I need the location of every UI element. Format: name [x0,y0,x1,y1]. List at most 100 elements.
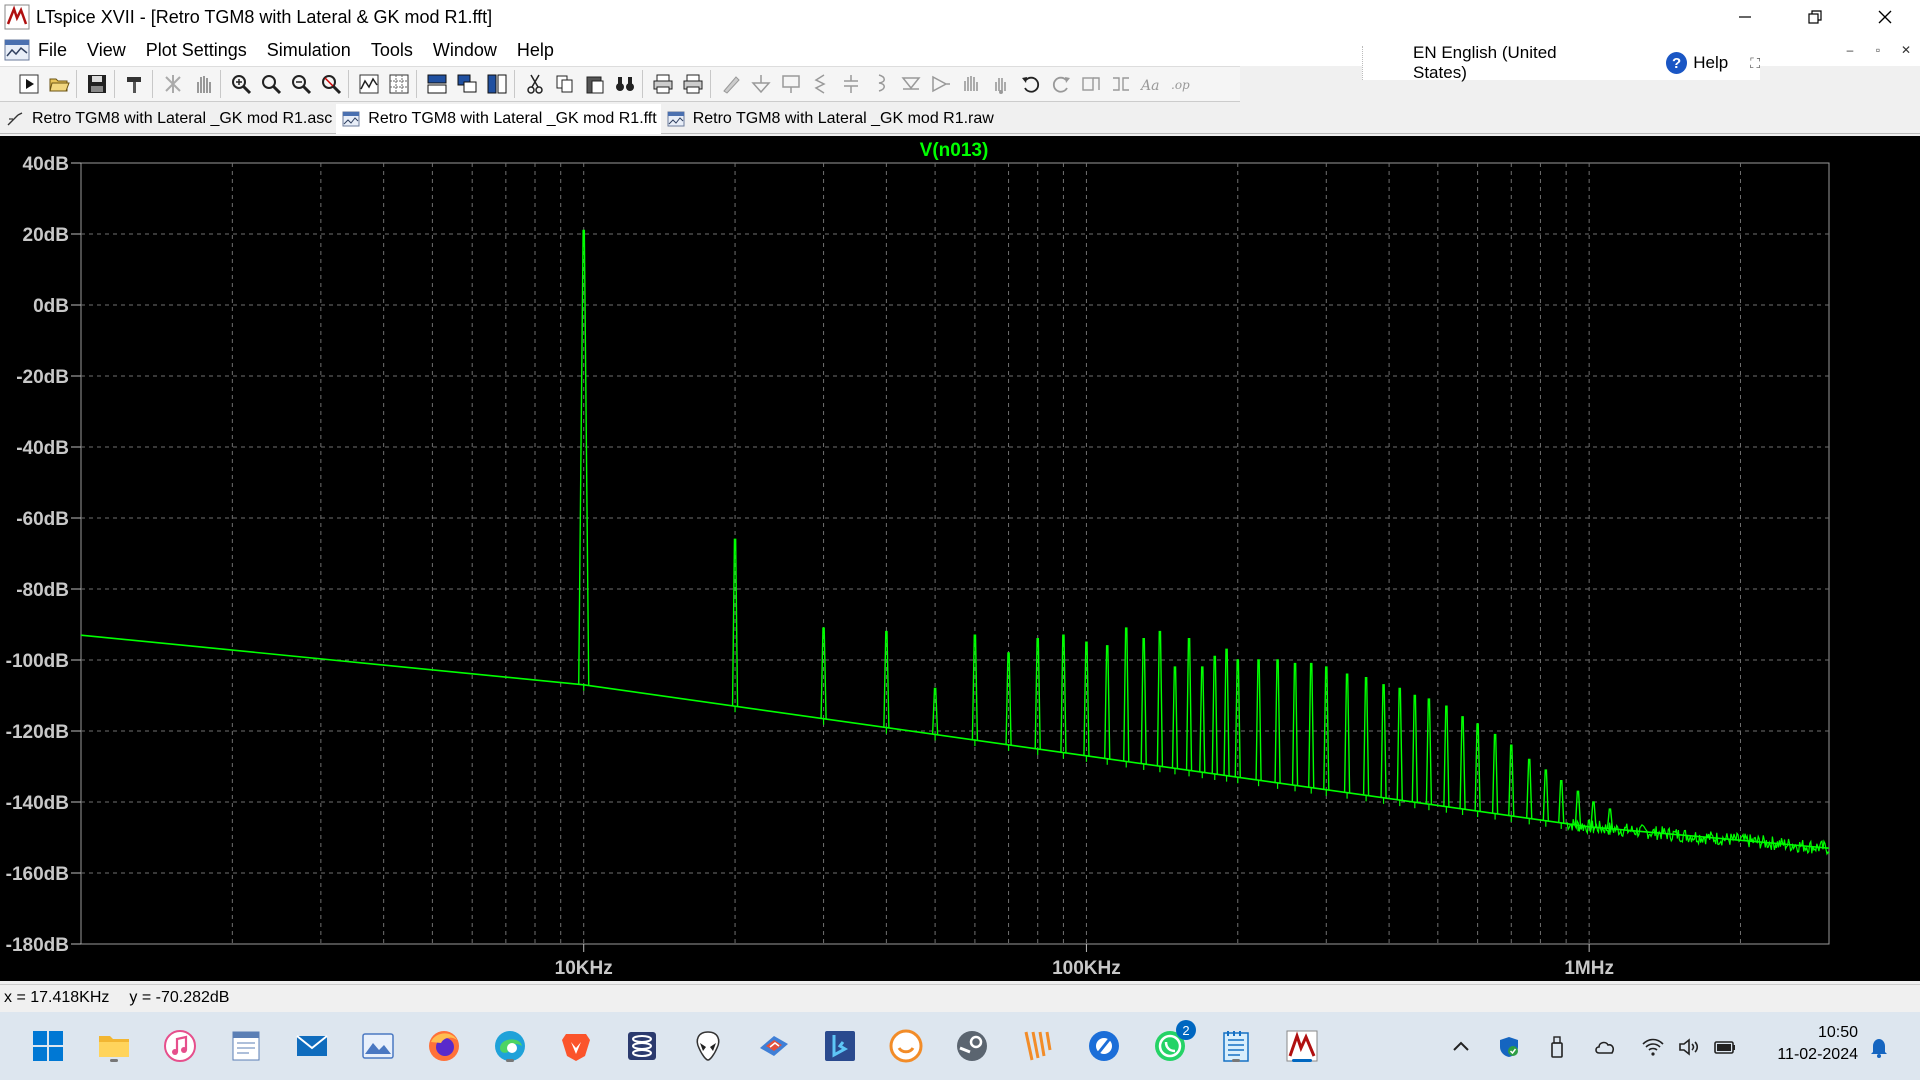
tab-schematic[interactable]: Retro TGM8 with Lateral _GK mod R1.asc [0,104,336,134]
capacitor-button[interactable] [836,69,866,99]
fft-plot[interactable]: 40dB 20dB 0dB -20dB -40dB -60dB -80dB -100dB -12… [0,136,1920,981]
help-icon[interactable]: ? [1666,52,1688,74]
tab-raw[interactable]: Retro TGM8 with Lateral _GK mod R1.raw [661,104,998,134]
copy-button[interactable] [550,69,580,99]
pan-button[interactable] [188,69,218,99]
tray-notifications[interactable] [1866,1034,1892,1060]
zoom-out-button[interactable] [286,69,316,99]
taskbar-steam[interactable] [952,1026,992,1066]
taskbar-document-app[interactable] [226,1026,266,1066]
find-button[interactable] [610,69,640,99]
menu-plot-settings[interactable]: Plot Settings [146,40,247,61]
menu-file[interactable]: File [38,40,67,61]
harmonic-peak [1223,648,1230,776]
taskbar-file-explorer[interactable] [94,1026,134,1066]
tab-label: Retro TGM8 with Lateral _GK mod R1.raw [692,109,994,127]
start-button[interactable] [28,1026,68,1066]
tray-wifi[interactable] [1640,1034,1666,1060]
mdi-child-waveform-icon[interactable] [4,38,30,62]
taskbar-mail[interactable] [292,1026,332,1066]
print-button[interactable] [648,69,678,99]
binoculars-icon [616,77,634,91]
taskbar-brave[interactable] [556,1026,596,1066]
taskbar-network-app[interactable] [754,1026,794,1066]
taskbar-edge[interactable] [490,1026,530,1066]
mirror-button[interactable] [1106,69,1136,99]
mdi-close-button[interactable]: ✕ [1892,38,1920,62]
menu-window[interactable]: Window [433,40,497,61]
language-selector[interactable]: EN English (United States) [1413,43,1608,83]
zoom-fit-button[interactable] [316,69,346,99]
tray-battery[interactable] [1712,1034,1738,1060]
menu-help[interactable]: Help [517,40,554,61]
save-button[interactable] [82,69,112,99]
mdi-minimize-button[interactable]: – [1836,38,1864,62]
taskbar-whatsapp[interactable]: 2 [1150,1020,1196,1066]
taskbar-ltspice[interactable] [1282,1026,1322,1066]
label-net-button[interactable] [776,69,806,99]
minimize-button[interactable] [1710,0,1780,34]
taskbar-itunes[interactable] [160,1026,200,1066]
zoom-box-button[interactable] [256,69,286,99]
restore-icon: ▫ [1875,43,1881,57]
grid-button[interactable] [384,69,414,99]
component-button[interactable] [926,69,956,99]
open-button[interactable] [44,69,74,99]
taskbar-bing-app[interactable] [820,1026,860,1066]
menu-view[interactable]: View [87,40,126,61]
resistor-button[interactable] [806,69,836,99]
inductor-button[interactable] [866,69,896,99]
taskbar-firefox[interactable] [424,1026,464,1066]
tab-fft[interactable]: Retro TGM8 with Lateral _GK mod R1.fft [336,103,661,134]
zoom-fit-icon [322,75,342,95]
tray-overflow-button[interactable] [1448,1034,1474,1060]
tile-horizontal-button[interactable] [422,69,452,99]
taskbar-browser-blue[interactable] [1084,1026,1124,1066]
undo-button[interactable] [1016,69,1046,99]
close-button[interactable] [1850,0,1920,34]
taskbar-photos[interactable] [358,1026,398,1066]
windows-logo-icon [33,1031,63,1061]
paste-button[interactable] [580,69,610,99]
menu-simulation[interactable]: Simulation [267,40,351,61]
tray-security[interactable] [1496,1034,1522,1060]
capacitor-icon [844,75,858,93]
spice-directive-button[interactable]: .op [1166,69,1196,99]
taskbar-winamp[interactable] [1018,1026,1058,1066]
ground-button[interactable] [746,69,776,99]
taskbar-notepad[interactable] [1216,1026,1256,1066]
taskbar-alien-app[interactable] [688,1026,728,1066]
menu-tools[interactable]: Tools [371,40,413,61]
restore-button[interactable] [1780,0,1850,34]
diode-button[interactable] [896,69,926,99]
close-icon [1878,10,1892,24]
zoom-in-button[interactable] [226,69,256,99]
harmonic-peak [578,229,590,685]
drag-button[interactable] [986,69,1016,99]
system-clock[interactable]: 10:50 11-02-2024 [1760,1022,1858,1066]
cut-button[interactable] [520,69,550,99]
expand-icon[interactable]: ⛶ [1750,55,1760,72]
taskbar-database-app[interactable] [622,1026,662,1066]
wifi-icon [1642,1038,1664,1056]
print-preview-button[interactable] [678,69,708,99]
rotate-button[interactable] [1076,69,1106,99]
tile-vertical-button[interactable] [482,69,512,99]
draw-wire-button[interactable] [716,69,746,99]
autorange-button[interactable] [354,69,384,99]
fft-plot-pane[interactable]: 40dB 20dB 0dB -20dB -40dB -60dB -80dB -100dB -12… [0,136,1920,981]
move-button[interactable] [956,69,986,99]
tray-onedrive[interactable] [1592,1034,1618,1060]
tray-usb[interactable] [1544,1034,1570,1060]
clock-time: 10:50 [1817,1024,1858,1041]
tray-volume[interactable] [1676,1034,1702,1060]
mdi-restore-button[interactable]: ▫ [1864,38,1892,62]
halt-button[interactable] [158,69,188,99]
cascade-button[interactable] [452,69,482,99]
control-panel-button[interactable] [120,69,150,99]
help-button[interactable]: Help [1693,53,1728,73]
text-button[interactable]: Aa [1136,69,1166,99]
taskbar-smile-app[interactable] [886,1026,926,1066]
run-button[interactable] [14,69,44,99]
redo-button[interactable] [1046,69,1076,99]
